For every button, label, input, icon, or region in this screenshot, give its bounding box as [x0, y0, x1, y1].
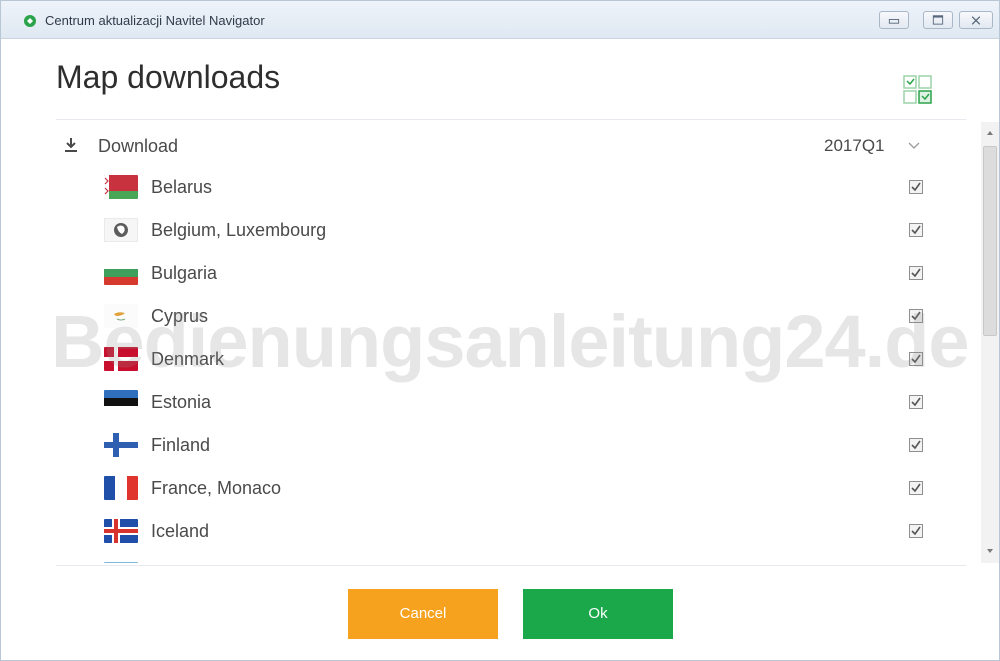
partial-flag-icon: [104, 562, 138, 563]
bottom-divider: [56, 565, 966, 566]
country-name: France, Monaco: [151, 478, 282, 498]
checkmark-icon: [911, 526, 921, 536]
country-name: Estonia: [151, 392, 212, 412]
country-checkbox[interactable]: [909, 266, 923, 280]
select-all-grid-icon[interactable]: [903, 75, 933, 105]
estonia-flag-icon: [104, 390, 138, 414]
close-icon: [971, 16, 981, 25]
maximize-button[interactable]: [923, 11, 953, 29]
scroll-down-arrow-icon[interactable]: [981, 546, 999, 556]
chevron-down-icon[interactable]: [908, 142, 920, 150]
watermark: Bedienungsanleitung24.de: [51, 300, 970, 383]
country-checkbox[interactable]: [909, 180, 923, 194]
country-row[interactable]: Bulgaria: [56, 251, 966, 294]
country-row-partial[interactable]: [56, 552, 966, 563]
checkmark-icon: [911, 268, 921, 278]
app-window: Centrum aktualizacji Navitel Navigator M…: [0, 0, 1000, 661]
download-label: Download: [98, 136, 179, 156]
country-name: Bulgaria: [151, 263, 218, 283]
country-name: Belarus: [151, 177, 213, 197]
download-icon: [65, 138, 77, 152]
country-row[interactable]: Belarus: [56, 165, 966, 208]
page-title: Map downloads: [56, 59, 281, 95]
list-scrollbar[interactable]: [981, 122, 999, 563]
country-name: Belgium, Luxembourg: [151, 220, 327, 240]
country-checkbox[interactable]: [909, 524, 923, 538]
top-divider: [56, 119, 966, 120]
title-bar[interactable]: Centrum aktualizacji Navitel Navigator: [1, 1, 999, 39]
country-checkbox[interactable]: [909, 223, 923, 237]
france-flag-icon: [104, 476, 138, 500]
navitel-app-icon: [24, 15, 36, 27]
country-checkbox[interactable]: [909, 438, 923, 452]
globe-icon: [104, 218, 138, 242]
download-header-row[interactable]: Download 2017Q1: [56, 122, 966, 168]
country-row[interactable]: Belgium, Luxembourg: [56, 208, 966, 251]
checkmark-icon: [911, 483, 921, 493]
minimize-icon: [888, 18, 900, 24]
version-select[interactable]: 2017Q1: [824, 136, 885, 156]
checkmark-icon: [911, 440, 921, 450]
iceland-flag-icon: [104, 519, 138, 543]
country-name: Iceland: [151, 521, 210, 541]
scroll-thumb[interactable]: [983, 146, 997, 336]
bulgaria-flag-icon: [104, 261, 138, 285]
country-row[interactable]: Estonia: [56, 380, 966, 423]
maximize-icon: [932, 15, 944, 25]
country-row[interactable]: Iceland: [56, 509, 966, 552]
finland-flag-icon: [104, 433, 138, 457]
checkmark-icon: [911, 397, 921, 407]
checkmark-icon: [911, 182, 921, 192]
country-checkbox[interactable]: [909, 481, 923, 495]
country-row[interactable]: France, Monaco: [56, 466, 966, 509]
checkmark-icon: [911, 225, 921, 235]
country-checkbox[interactable]: [909, 395, 923, 409]
scroll-up-arrow-icon[interactable]: [981, 128, 999, 138]
belarus-flag-icon: [104, 175, 138, 199]
country-name: Finland: [151, 435, 211, 455]
close-button[interactable]: [959, 11, 993, 29]
country-row[interactable]: Finland: [56, 423, 966, 466]
minimize-button[interactable]: [879, 11, 909, 29]
cancel-button[interactable]: Cancel: [348, 589, 498, 639]
ok-button[interactable]: Ok: [523, 589, 673, 639]
window-title: Centrum aktualizacji Navitel Navigator: [45, 13, 265, 28]
